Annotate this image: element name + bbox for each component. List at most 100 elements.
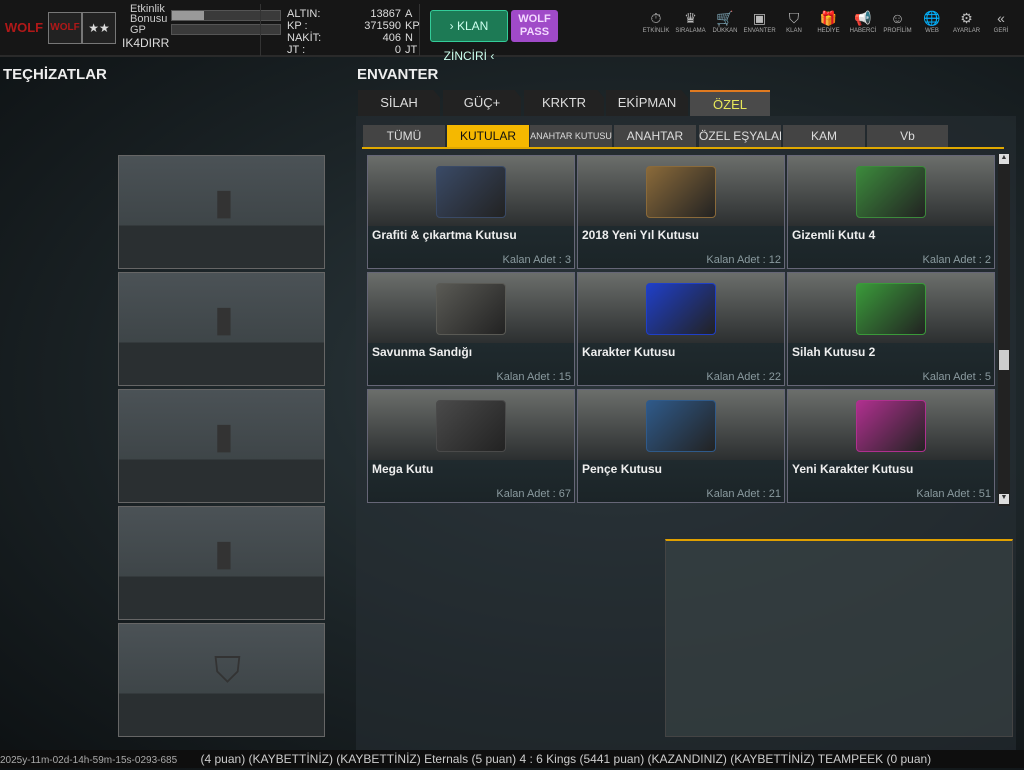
tab-4[interactable]: ÖZEL [690,90,770,116]
shield-icon: ⛉ [214,649,242,690]
item-quantity: Kalan Adet : 2 [922,254,992,266]
item-detail-panel [665,539,1013,737]
nav-icon: ♛ [684,10,697,26]
inventory-item[interactable]: Karakter Kutusu Kalan Adet : 22 [577,272,785,386]
equipment-slot[interactable]: ▮ [118,272,325,386]
spray-can-icon: ▮ [214,532,234,573]
stat-value: 0 [394,44,401,56]
nav-label: HABERCİ [849,28,877,34]
bonus-label: Etkinlik Bonusu [130,3,168,25]
item-name: Savunma Sandığı [372,345,473,359]
item-quantity: Kalan Adet : 5 [922,371,992,383]
inventory-item[interactable]: Yeni Karakter Kutusu Kalan Adet : 51 [787,389,995,503]
nav-siralama-button[interactable]: ♛ SIRALAMA [675,10,707,34]
tab-3[interactable]: EKİPMAN [606,90,688,116]
stat-label: KP : [287,20,308,32]
box-icon [856,166,926,218]
inventory-item[interactable]: Silah Kutusu 2 Kalan Adet : 5 [787,272,995,386]
scroll-down-icon[interactable]: ▼ [999,494,1009,504]
wolf-pass-button[interactable]: WOLF PASS [511,10,558,42]
inventory-item[interactable]: Pençe Kutusu Kalan Adet : 21 [577,389,785,503]
nav-profi̇li̇m-button[interactable]: ☺ PROFİLİM [882,10,914,34]
nav-klan-button[interactable]: ⛉ KLAN [778,10,810,34]
nav-label: PROFİLİM [883,28,912,34]
box-icon [436,166,506,218]
subtab-6[interactable]: Vb [867,125,948,148]
rank-icon: ★★ [82,12,116,44]
nav-icon: ⛉ [788,10,800,26]
equipment-slot[interactable]: ▮ [118,389,325,503]
item-image [368,390,574,460]
scroll-thumb[interactable] [999,350,1009,370]
subtab-5[interactable]: KAM [783,125,865,148]
tab-0[interactable]: SİLAH [358,90,440,116]
scrollbar[interactable]: ▲ ▼ [998,154,1010,506]
tab-1[interactable]: GÜÇ+ [443,90,521,116]
stat-label: NAKİT: [287,32,322,44]
subtab-0[interactable]: TÜMÜ [363,125,445,148]
box-icon [856,400,926,452]
currency-panel: ALTIN: 13867 A KP : 371590 KP NAKİT: 406 N… [260,4,420,56]
box-icon [646,166,716,218]
nav-icon: 📢 [854,10,872,26]
subtab-4[interactable]: ÖZEL EŞYALAR [699,125,781,148]
stat-unit: A [405,8,413,20]
item-quantity: Kalan Adet : 15 [496,371,571,383]
bonus-bar-fill [172,11,205,20]
nav-label: KLAN [786,28,802,34]
item-image [368,156,574,226]
item-image [578,273,784,343]
stat-unit: JT [405,44,418,56]
item-image [788,156,994,226]
match-ticker: 2025y-11m-02d-14h-59m-15s-0293-685 (4 pu… [0,750,1024,768]
inventory-item[interactable]: Gizemli Kutu 4 Kalan Adet : 2 [787,155,995,269]
item-name: Gizemli Kutu 4 [792,228,876,242]
equipment-slot[interactable]: ▮ [118,155,325,269]
nav-geri̇-button[interactable]: « GERİ [985,10,1017,34]
inventory-item[interactable]: Savunma Sandığı Kalan Adet : 15 [367,272,575,386]
nav-icon: 🎁 [819,10,838,26]
nav-envanter-button[interactable]: ▣ ENVANTER [744,10,776,34]
equipment-slot[interactable]: ⛉ [118,623,325,737]
nav-label: AYARLAR [952,28,981,34]
subtab-2[interactable]: ANAHTAR KUTUSU [530,125,612,148]
item-quantity: Kalan Adet : 21 [706,488,781,500]
subtab-1[interactable]: KUTULAR [447,125,529,148]
tab-2[interactable]: KRKTR [524,90,604,116]
inventory-item[interactable]: 2018 Yeni Yıl Kutusu Kalan Adet : 12 [577,155,785,269]
subtab-3[interactable]: ANAHTAR [614,125,696,148]
item-quantity: Kalan Adet : 67 [496,488,571,500]
item-image [788,390,994,460]
item-name: Grafiti & çıkartma Kutusu [372,228,517,242]
nav-web-button[interactable]: 🌐 WEB [916,10,948,34]
nav-label: DÜKKAN [712,28,738,34]
item-image [788,273,994,343]
nav-ayarlar-button[interactable]: ⚙ AYARLAR [951,10,983,34]
item-quantity: Kalan Adet : 22 [706,371,781,383]
nav-label: HEDİYE [817,28,840,34]
nav-etki̇nli̇k-button[interactable]: ⏱ ETKİNLİK [640,10,672,34]
item-name: 2018 Yeni Yıl Kutusu [582,228,699,242]
equipment-slot[interactable]: ▮ [118,506,325,620]
subtab-underline [362,147,1004,149]
scroll-up-icon[interactable]: ▲ [999,154,1009,164]
nav-label: SIRALAMA [675,28,706,34]
klan-zinciri-button[interactable]: › KLAN ZİNCİRİ ‹ [430,10,508,63]
stat-value: 13867 [370,8,401,20]
item-image [368,273,574,343]
item-name: Pençe Kutusu [582,462,663,476]
item-quantity: Kalan Adet : 51 [916,488,991,500]
inventory-item[interactable]: Mega Kutu Kalan Adet : 67 [367,389,575,503]
clan-badge[interactable]: WOLF [48,12,82,44]
item-name: Karakter Kutusu [582,345,676,359]
inventory-item[interactable]: Grafiti & çıkartma Kutusu Kalan Adet : 3 [367,155,575,269]
stat-value: 371590 [364,20,401,32]
nav-haberci̇-button[interactable]: 📢 HABERCİ [847,10,879,34]
inventory-title: ENVANTER [357,66,439,83]
box-icon [436,283,506,335]
nav-dükkan-button[interactable]: 🛒 DÜKKAN [709,10,741,34]
nav-hedi̇ye-button[interactable]: 🎁 HEDİYE [813,10,845,34]
nav-label: WEB [925,28,939,34]
item-quantity: Kalan Adet : 12 [706,254,781,266]
gp-label: GP [130,24,146,36]
